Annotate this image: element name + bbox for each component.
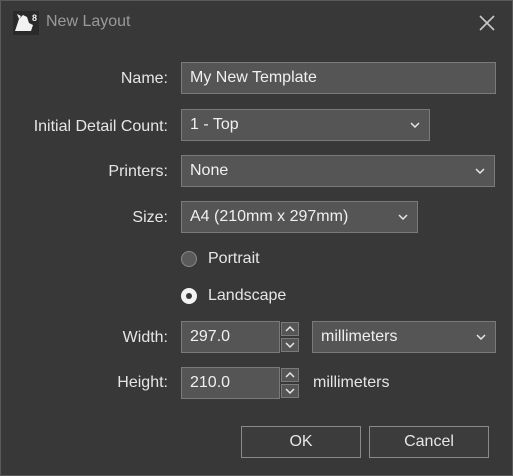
height-label: Height:	[117, 374, 168, 391]
landscape-label: Landscape	[208, 287, 287, 304]
rhino-app-icon: 8	[13, 11, 39, 35]
chevron-down-icon	[285, 388, 295, 394]
size-value: A4 (210mm x 297mm)	[190, 208, 349, 225]
window-title: New Layout	[46, 13, 131, 30]
initial-detail-count-value: 1 - Top	[190, 116, 239, 133]
width-increment-button[interactable]	[281, 322, 299, 336]
height-value: 210.0	[190, 374, 231, 391]
width-unit-value: millimeters	[321, 328, 398, 345]
portrait-label: Portrait	[208, 250, 260, 267]
name-label: Name:	[120, 70, 168, 87]
printers-label: Printers:	[108, 163, 168, 180]
chevron-up-icon	[285, 372, 295, 378]
printers-select[interactable]: None	[181, 155, 495, 187]
height-increment-button[interactable]	[281, 368, 299, 382]
height-decrement-button[interactable]	[281, 384, 299, 398]
title-bar: 8 New Layout	[1, 1, 512, 45]
width-input[interactable]: 297.0	[181, 321, 280, 353]
landscape-option[interactable]: Landscape	[181, 286, 286, 306]
name-input[interactable]: My New Template	[181, 62, 496, 94]
name-input-value: My New Template	[190, 69, 317, 86]
ok-button[interactable]: OK	[241, 426, 361, 458]
chevron-down-icon	[397, 202, 409, 232]
height-stepper[interactable]	[281, 368, 299, 398]
size-label: Size:	[132, 209, 168, 226]
height-input[interactable]: 210.0	[181, 367, 280, 399]
new-layout-dialog: 8 New Layout Name: My New Template Initi…	[0, 0, 513, 476]
chevron-down-icon	[285, 342, 295, 348]
close-icon[interactable]	[475, 11, 499, 35]
chevron-down-icon	[409, 110, 421, 140]
initial-detail-count-label: Initial Detail Count:	[33, 118, 168, 135]
width-decrement-button[interactable]	[281, 338, 299, 352]
cancel-button[interactable]: Cancel	[369, 426, 489, 458]
initial-detail-count-select[interactable]: 1 - Top	[181, 109, 430, 141]
svg-text:8: 8	[32, 13, 37, 23]
printers-value: None	[190, 162, 229, 179]
size-select[interactable]: A4 (210mm x 297mm)	[181, 201, 418, 233]
portrait-radio[interactable]	[181, 251, 197, 267]
height-unit-label: millimeters	[313, 374, 390, 391]
chevron-down-icon	[475, 322, 487, 352]
width-value: 297.0	[190, 328, 231, 345]
landscape-radio[interactable]	[181, 288, 197, 304]
chevron-down-icon	[474, 156, 486, 186]
width-unit-select[interactable]: millimeters	[312, 321, 496, 353]
width-stepper[interactable]	[281, 322, 299, 352]
portrait-option[interactable]: Portrait	[181, 249, 260, 269]
chevron-up-icon	[285, 326, 295, 332]
width-label: Width:	[122, 329, 168, 346]
